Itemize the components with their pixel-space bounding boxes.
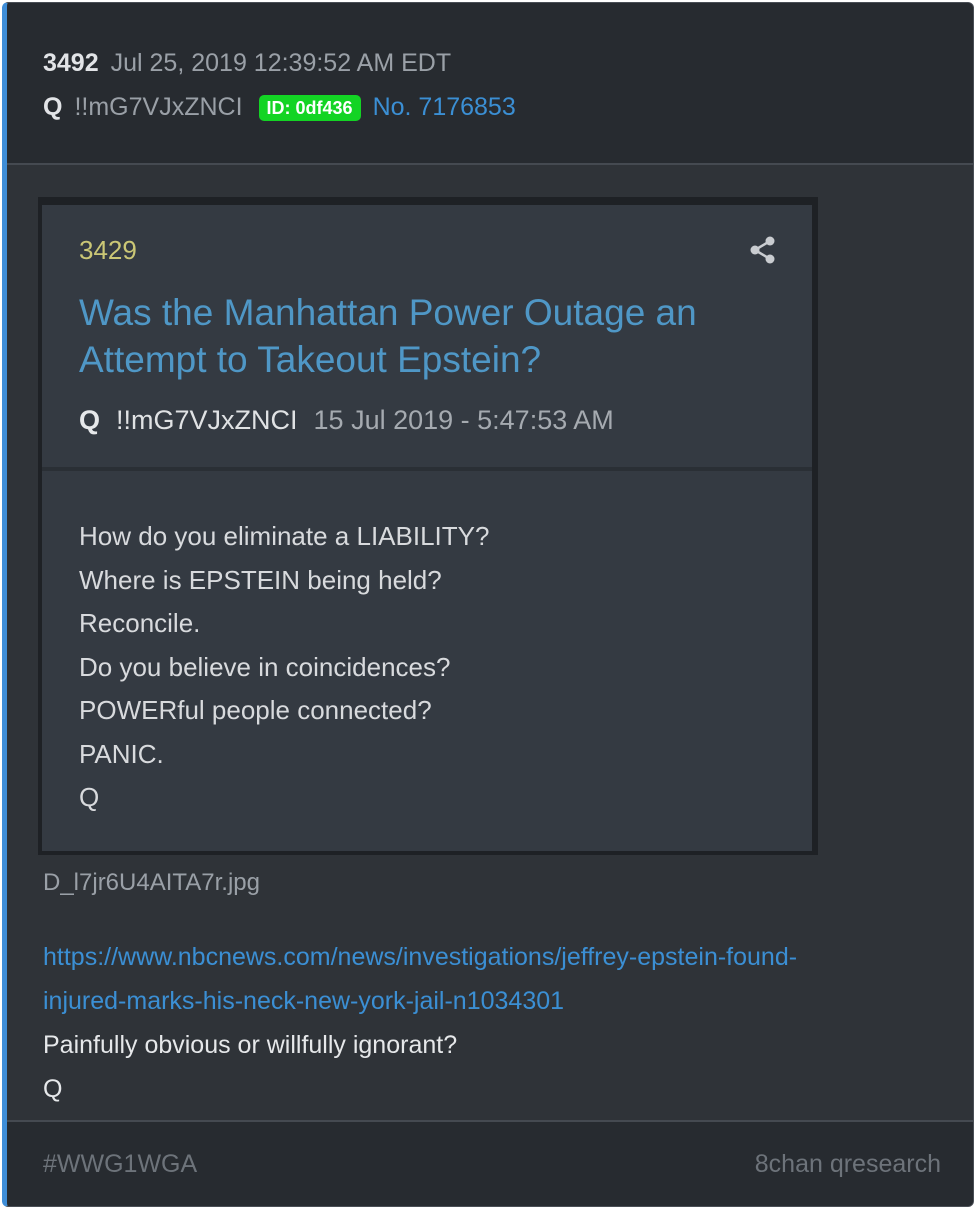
post-header-row-1: 3492 Jul 25, 2019 12:39:52 AM EDT bbox=[43, 49, 451, 78]
post-number-link[interactable]: No. 7176853 bbox=[373, 93, 516, 122]
id-badge: ID: 0df436 bbox=[258, 94, 361, 121]
embedded-post-body: How do you eliminate a LIABILITY? Where … bbox=[79, 515, 759, 820]
post-header: 3492 Jul 25, 2019 12:39:52 AM EDT Q !!mG… bbox=[7, 3, 973, 165]
embedded-post-number: 3429 bbox=[79, 235, 137, 265]
post-date: Jul 25, 2019 12:39:52 AM EDT bbox=[110, 49, 452, 77]
embedded-post-meta: Q !!mG7VJxZNCI 15 Jul 2019 - 5:47:53 AM bbox=[79, 405, 614, 436]
embedded-screenshot-image[interactable]: 3429 Was the Manhattan Power Outage an A… bbox=[38, 197, 818, 855]
embedded-post-line: How do you eliminate a LIABILITY? bbox=[79, 521, 490, 551]
embedded-post-header: 3429 Was the Manhattan Power Outage an A… bbox=[42, 205, 812, 471]
post-footer: #WWG1WGA 8chan qresearch bbox=[7, 1120, 973, 1206]
post-body: https://www.nbcnews.com/news/investigati… bbox=[43, 935, 943, 1111]
post-tripcode: !!mG7VJxZNCI bbox=[74, 93, 243, 121]
post-author: Q bbox=[43, 93, 63, 121]
embedded-post-line: Reconcile. bbox=[79, 608, 201, 638]
share-icon bbox=[750, 236, 775, 264]
embedded-post-line: PANIC. bbox=[79, 738, 164, 769]
source-label: 8chan qresearch bbox=[754, 1150, 941, 1178]
embedded-post-date: 15 Jul 2019 - 5:47:53 AM bbox=[313, 405, 614, 435]
embedded-post-line: Q bbox=[79, 782, 100, 812]
post-signature: Q bbox=[43, 1075, 63, 1103]
post-header-row-2: Q !!mG7VJxZNCI ID: 0df436 No. 7176853 bbox=[43, 93, 516, 122]
article-link-line-1[interactable]: https://www.nbcnews.com/news/investigati… bbox=[43, 935, 943, 979]
embedded-post-line: Do you believe in coincidences? bbox=[79, 651, 451, 682]
post-card: 3492 Jul 25, 2019 12:39:52 AM EDT Q !!mG… bbox=[2, 2, 974, 1207]
post-body-text: Painfully obvious or willfully ignorant? bbox=[43, 1031, 458, 1059]
embedded-post: 3429 Was the Manhattan Power Outage an A… bbox=[42, 205, 812, 851]
article-link-line-2[interactable]: injured-marks-his-neck-new-york-jail-n10… bbox=[43, 979, 943, 1023]
embedded-post-tripcode: !!mG7VJxZNCI bbox=[116, 405, 298, 435]
embedded-post-author: Q bbox=[79, 405, 101, 435]
hashtag: #WWG1WGA bbox=[43, 1150, 198, 1178]
embedded-post-line: Where is EPSTEIN being held? bbox=[79, 564, 442, 595]
post-number: 3492 bbox=[43, 49, 99, 77]
embedded-post-title: Was the Manhattan Power Outage an Attemp… bbox=[79, 292, 697, 380]
embedded-post-line: POWERful people connected? bbox=[79, 695, 432, 725]
image-filename: D_l7jr6U4AITA7r.jpg bbox=[43, 869, 260, 896]
